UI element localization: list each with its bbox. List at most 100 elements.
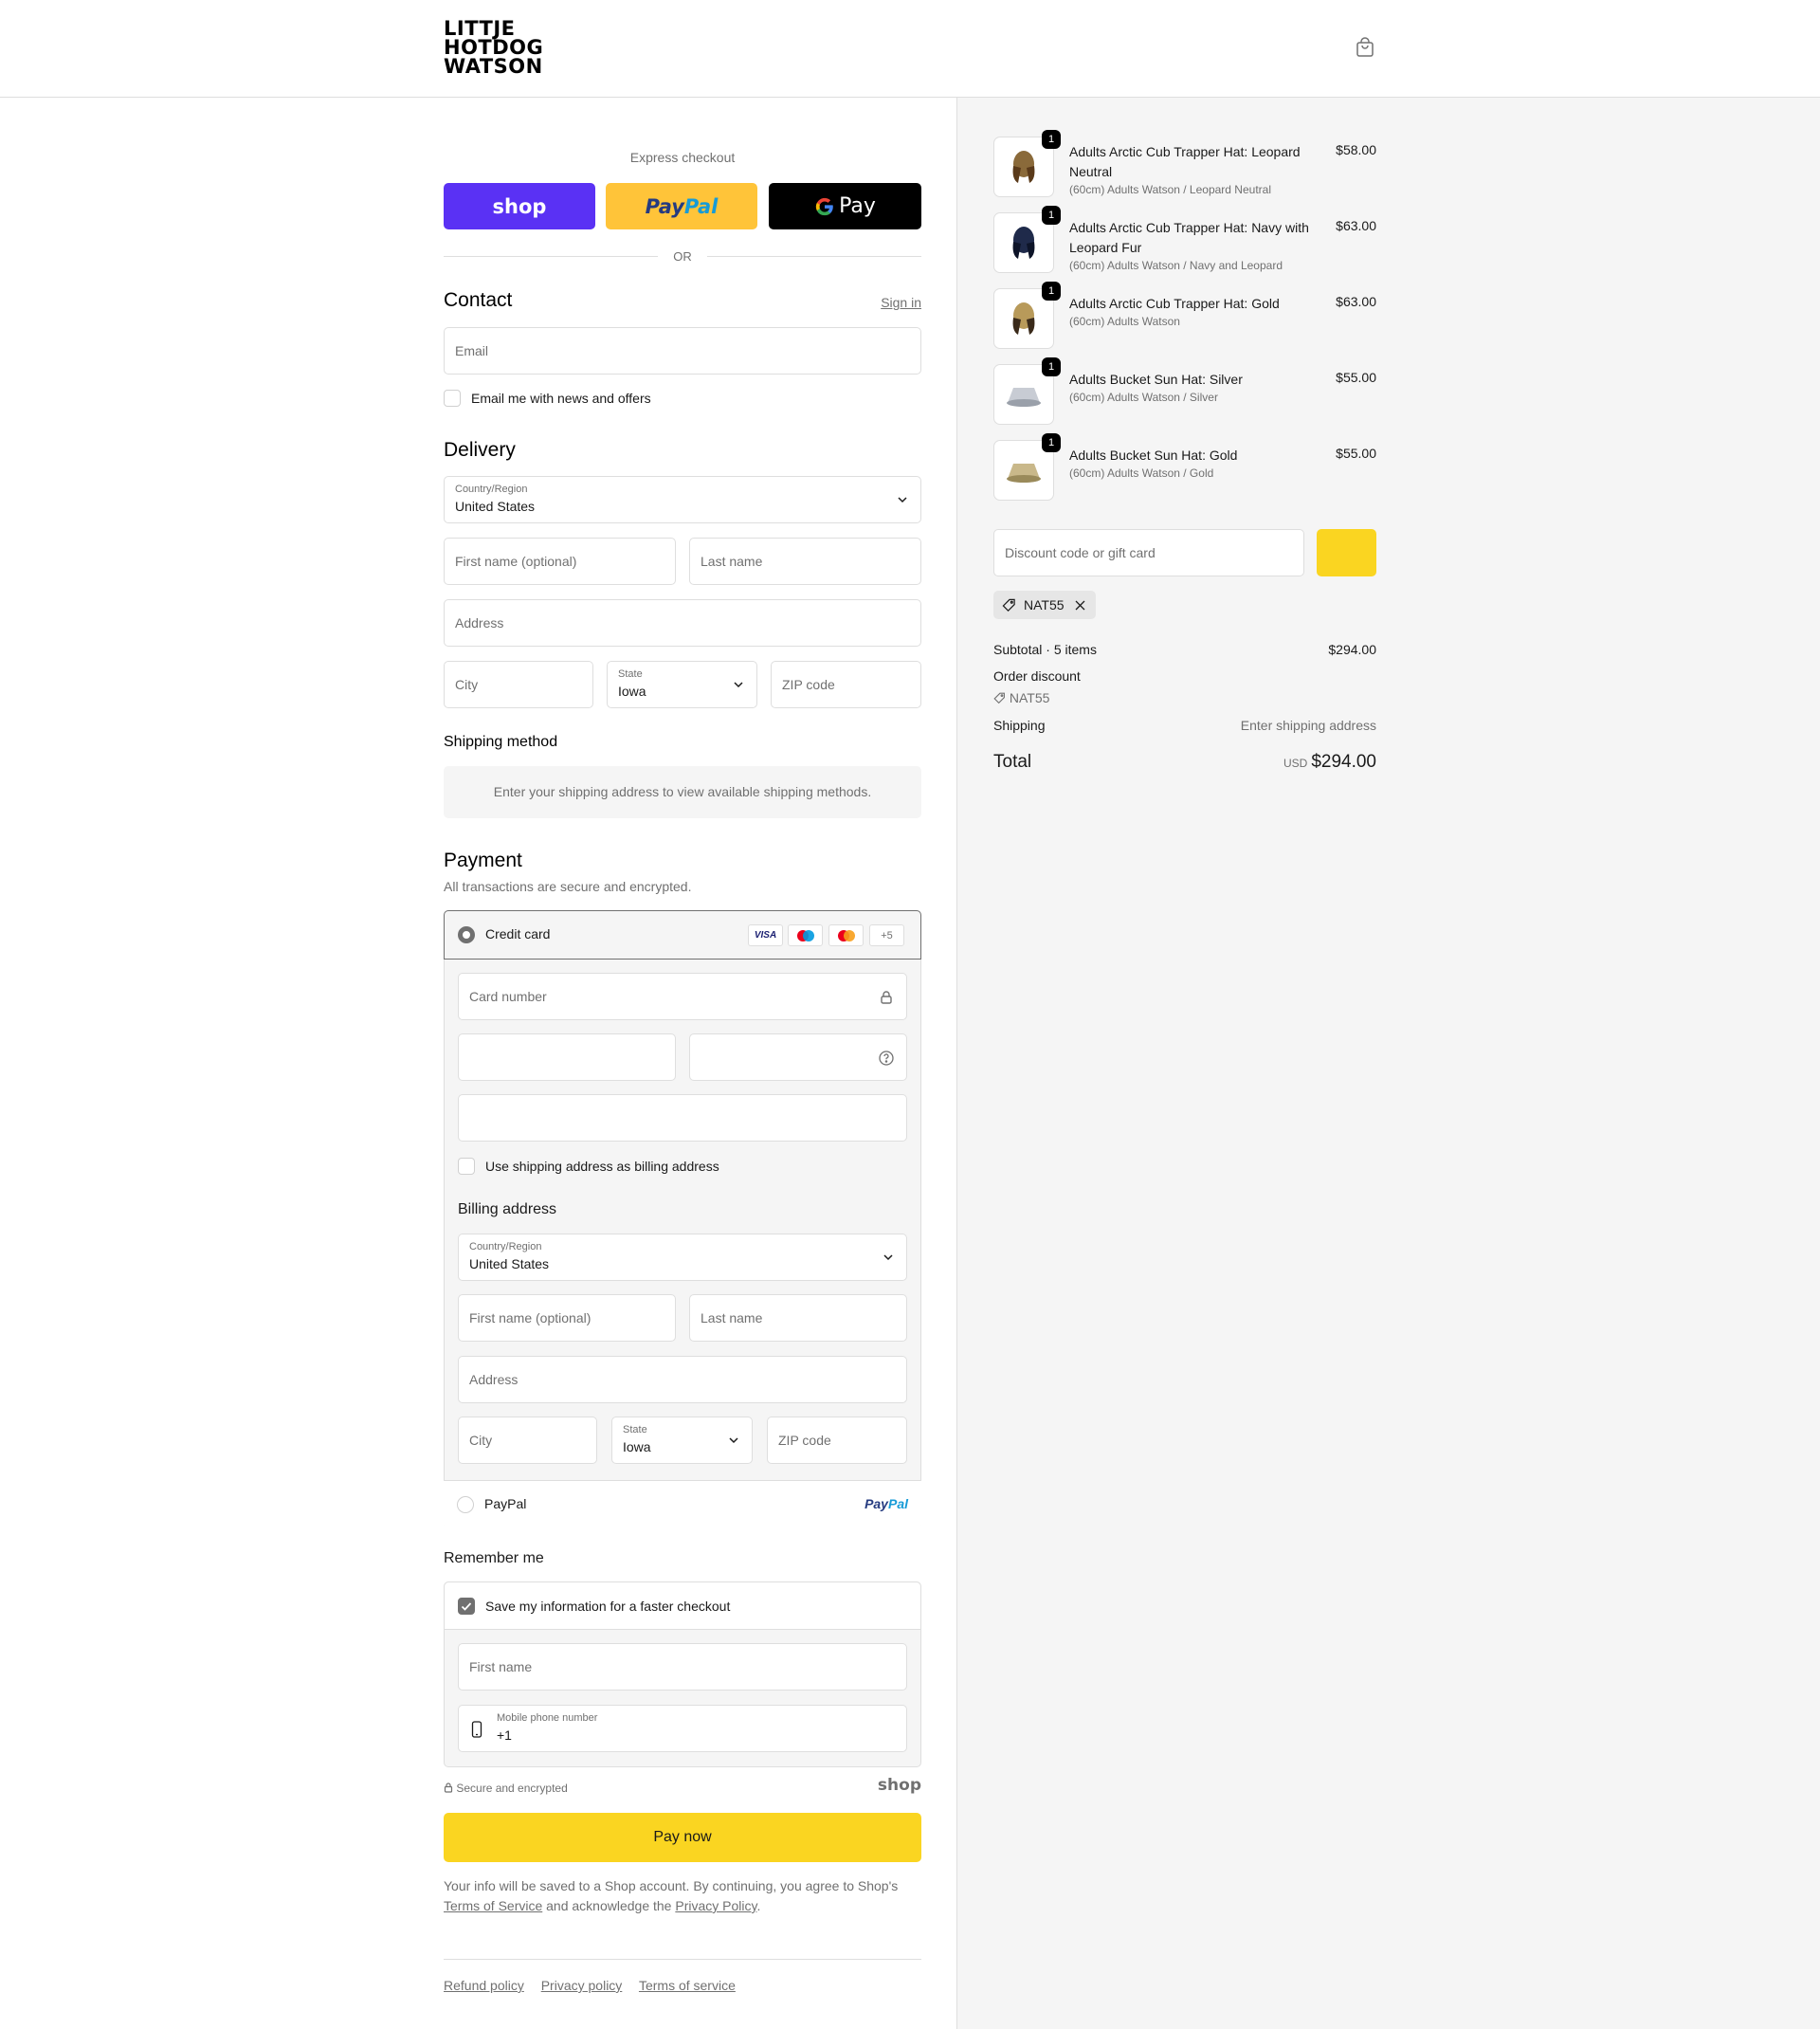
card-number-field[interactable]: Card number xyxy=(458,973,907,1020)
state-value: Iowa xyxy=(618,684,646,699)
billing-last-name-placeholder: Last name xyxy=(701,1310,763,1325)
item-variant: (60cm) Adults Watson xyxy=(1069,315,1180,328)
billing-address-field[interactable]: Address xyxy=(458,1356,907,1403)
paypal-logo-pay: Pay xyxy=(645,194,684,218)
footer-links: Refund policy Privacy policy Terms of se… xyxy=(444,1978,749,1993)
secure-label: Secure and encrypted xyxy=(456,1782,568,1795)
refund-policy-link[interactable]: Refund policy xyxy=(444,1978,524,1993)
help-icon[interactable] xyxy=(878,1050,895,1067)
address-placeholder: Address xyxy=(455,615,504,631)
paypal-logo-pal: Pal xyxy=(683,194,719,218)
email-field[interactable]: Email xyxy=(444,327,921,375)
payment-subtitle: All transactions are secure and encrypte… xyxy=(444,879,692,894)
legal-text-1: Your info will be saved to a Shop accoun… xyxy=(444,1878,899,1893)
close-icon[interactable] xyxy=(1074,599,1086,612)
shipping-label: Shipping xyxy=(993,718,1046,733)
chevron-down-icon xyxy=(898,497,907,503)
credit-card-option[interactable]: Credit card VISA +5 xyxy=(444,910,921,960)
express-checkout-label: Express checkout xyxy=(629,150,736,165)
billing-city-field[interactable]: City xyxy=(458,1417,597,1464)
order-discount-code-row: NAT55 xyxy=(993,690,1376,705)
shop-pay-label: shop xyxy=(492,194,547,218)
order-discount-code: NAT55 xyxy=(1009,690,1050,705)
line-item: 1 Adults Arctic Cub Trapper Hat: Leopard … xyxy=(993,130,1376,199)
item-details: Adults Arctic Cub Trapper Hat: Navy with… xyxy=(1069,218,1316,274)
security-code-field[interactable] xyxy=(689,1033,907,1081)
shop-pay-button[interactable]: shop xyxy=(444,183,595,229)
item-price: $63.00 xyxy=(1336,218,1376,233)
last-name-field[interactable]: Last name xyxy=(689,538,921,585)
google-pay-button[interactable]: Pay xyxy=(769,183,921,229)
save-info-row[interactable]: Save my information for a faster checkou… xyxy=(445,1582,920,1630)
payment-methods: Credit card VISA +5 Card number Use ship… xyxy=(444,910,921,1529)
billing-last-name-field[interactable]: Last name xyxy=(689,1294,907,1342)
shopping-bag-icon[interactable] xyxy=(1354,36,1376,59)
billing-state-select[interactable]: State Iowa xyxy=(611,1417,753,1464)
item-details: Adults Arctic Cub Trapper Hat: Gold (60cm… xyxy=(1069,294,1316,330)
paypal-express-button[interactable]: Pay Pal xyxy=(606,183,757,229)
remember-first-name-field[interactable]: First name xyxy=(458,1643,907,1691)
billing-zip-field[interactable]: ZIP code xyxy=(767,1417,907,1464)
subtotal-value: $294.00 xyxy=(1328,642,1376,657)
phone-field[interactable]: Mobile phone number +1 xyxy=(458,1705,907,1752)
discount-code-field[interactable]: Discount code or gift card xyxy=(993,529,1304,576)
discount-tag-code: NAT55 xyxy=(1024,597,1065,612)
subtotal-label: Subtotal · 5 items xyxy=(993,642,1097,657)
first-name-field[interactable]: First name (optional) xyxy=(444,538,676,585)
billing-address-placeholder: Address xyxy=(469,1372,519,1387)
apply-discount-button[interactable] xyxy=(1317,529,1376,576)
shipping-row: Shipping Enter shipping address xyxy=(993,718,1376,733)
terms-link[interactable]: Terms of Service xyxy=(444,1898,542,1913)
quantity-badge: 1 xyxy=(1042,433,1061,452)
country-select[interactable]: Country/Region United States xyxy=(444,476,921,523)
quantity-badge: 1 xyxy=(1042,357,1061,376)
legal-notice: Your info will be saved to a Shop accoun… xyxy=(444,1876,921,1916)
item-name: Adults Arctic Cub Trapper Hat: Navy with… xyxy=(1069,220,1309,255)
privacy-link[interactable]: Privacy Policy xyxy=(675,1898,756,1913)
line-item: 1 Adults Arctic Cub Trapper Hat: Gold (60c… xyxy=(993,282,1376,351)
billing-first-name-field[interactable]: First name (optional) xyxy=(458,1294,676,1342)
privacy-policy-link[interactable]: Privacy policy xyxy=(541,1978,623,1993)
news-checkbox[interactable] xyxy=(444,390,461,407)
city-field[interactable]: City xyxy=(444,661,593,708)
terms-of-service-link[interactable]: Terms of service xyxy=(639,1978,736,1993)
line-item: 1 Adults Bucket Sun Hat: Silver (60cm) Adu… xyxy=(993,357,1376,427)
sign-in-link[interactable]: Sign in xyxy=(881,295,921,310)
billing-country-select[interactable]: Country/Region United States xyxy=(458,1234,907,1281)
paypal-option[interactable]: PayPal PayPal xyxy=(444,1480,921,1529)
line-item: 1 Adults Arctic Cub Trapper Hat: Navy wit… xyxy=(993,206,1376,275)
zip-field[interactable]: ZIP code xyxy=(771,661,921,708)
paypal-logo-pay: Pay xyxy=(864,1496,888,1511)
item-details: Adults Bucket Sun Hat: Gold (60cm) Adults… xyxy=(1069,446,1316,482)
expiration-field[interactable] xyxy=(458,1033,676,1081)
header: LITTJE HOTDOG WATSON xyxy=(0,0,1820,98)
chevron-down-icon xyxy=(734,682,743,688)
billing-first-name-placeholder: First name (optional) xyxy=(469,1310,592,1325)
item-variant: (60cm) Adults Watson / Gold xyxy=(1069,466,1214,480)
save-info-checkbox[interactable] xyxy=(458,1598,475,1615)
secure-note: Secure and encrypted xyxy=(444,1782,568,1795)
state-select[interactable]: State Iowa xyxy=(607,661,757,708)
news-label: Email me with news and offers xyxy=(471,391,651,406)
credit-card-radio[interactable] xyxy=(458,926,475,943)
paypal-label: PayPal xyxy=(484,1496,527,1511)
shop-logo: shop xyxy=(877,1776,921,1795)
contact-title: Contact xyxy=(444,289,513,311)
use-shipping-checkbox[interactable] xyxy=(458,1158,475,1175)
item-name: Adults Bucket Sun Hat: Gold xyxy=(1069,448,1238,463)
total-amount: USD $294.00 xyxy=(1283,752,1376,773)
pay-now-button[interactable]: Pay now xyxy=(444,1813,921,1862)
address-field[interactable]: Address xyxy=(444,599,921,647)
name-on-card-field[interactable] xyxy=(458,1094,907,1142)
paypal-logo: PayPal xyxy=(864,1496,908,1511)
paypal-radio[interactable] xyxy=(457,1496,474,1513)
country-label: Country/Region xyxy=(455,484,528,495)
item-price: $58.00 xyxy=(1336,142,1376,157)
store-logo[interactable]: LITTJE HOTDOG WATSON xyxy=(444,19,543,78)
item-details: Adults Arctic Cub Trapper Hat: Leopard N… xyxy=(1069,142,1316,198)
use-shipping-label: Use shipping address as billing address xyxy=(485,1159,719,1174)
total-row: Total USD $294.00 xyxy=(993,752,1376,773)
quantity-badge: 1 xyxy=(1042,282,1061,301)
checkmark-icon xyxy=(461,1602,472,1611)
delivery-title: Delivery xyxy=(444,439,516,461)
